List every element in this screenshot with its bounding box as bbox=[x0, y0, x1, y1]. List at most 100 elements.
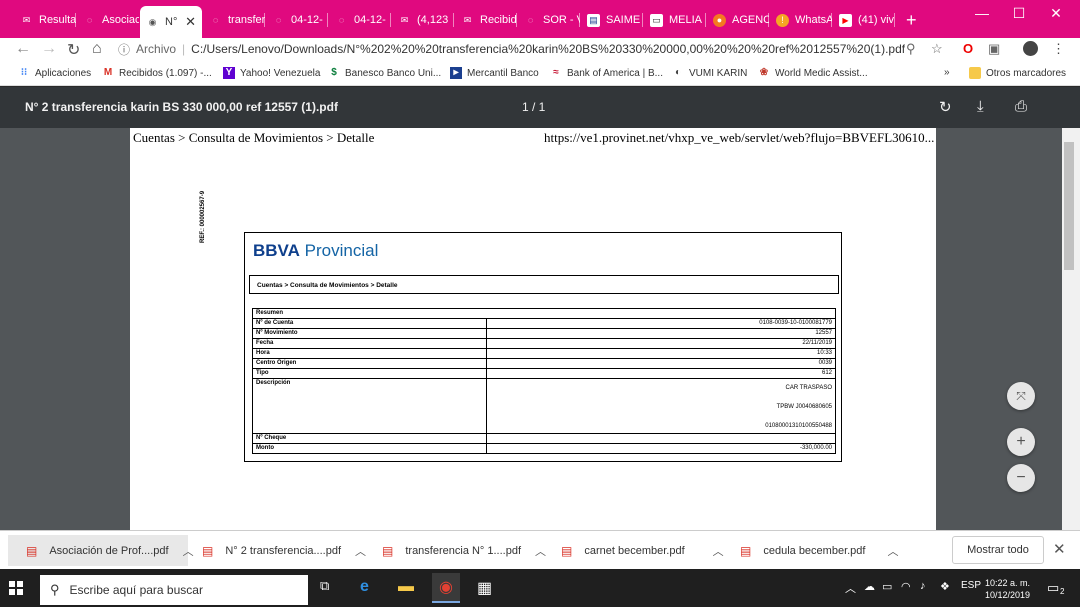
bookmarks-overflow-button[interactable]: » bbox=[944, 67, 950, 78]
edge-icon[interactable]: e bbox=[360, 578, 369, 596]
zoom-in-button[interactable]: + bbox=[1007, 428, 1035, 456]
table-row: Tipo 612 bbox=[252, 368, 836, 379]
table-row: Hora 10:33 bbox=[252, 348, 836, 359]
zoom-icon[interactable]: ⚲ bbox=[906, 41, 916, 57]
cloud-icon[interactable]: ☁ bbox=[864, 580, 875, 593]
menu-icon[interactable]: ⋮ bbox=[1052, 41, 1065, 57]
wifi-icon[interactable]: ◠ bbox=[901, 580, 911, 593]
pdf-toolbar: N° 2 transferencia karin BS 330 000,00 r… bbox=[0, 87, 1080, 128]
fit-to-page-button[interactable]: ⤧ bbox=[1007, 382, 1035, 410]
pdf-file-icon: ▤ bbox=[202, 543, 214, 558]
yahoo-icon: Y bbox=[223, 67, 235, 79]
zoom-out-button[interactable]: − bbox=[1007, 464, 1035, 492]
bookmark-apps[interactable]: ⁝⁝ Aplicaciones bbox=[18, 67, 91, 79]
extension-icon[interactable]: ▣ bbox=[988, 41, 1000, 57]
tab-active-pdf[interactable]: ◉ N° : ✕ bbox=[140, 6, 202, 38]
task-view-icon[interactable]: ⧉ bbox=[320, 578, 329, 594]
clock[interactable]: 10:22 a. m. 10/12/2019 bbox=[985, 577, 1030, 601]
tab-04-12-b[interactable]: ◌ 04-12- bbox=[329, 6, 391, 34]
globe-icon: ◌ bbox=[86, 15, 93, 25]
rotate-icon[interactable]: ↻ bbox=[939, 98, 952, 116]
mail-icon: ✉ bbox=[400, 14, 409, 25]
bookmark-banesco[interactable]: $ Banesco Banco Uni... bbox=[328, 67, 441, 79]
address-bar[interactable]: ⓘ Archivo | C:/Users/Lenovo/Downloads/N°… bbox=[118, 38, 958, 60]
description-line: 01080001310100550488 bbox=[765, 423, 832, 429]
url-text[interactable]: C:/Users/Lenovo/Downloads/N°%202%20%20tr… bbox=[191, 42, 905, 56]
avatar[interactable] bbox=[1023, 41, 1038, 56]
chevron-up-icon[interactable]: ︿ bbox=[713, 543, 724, 559]
tray-chevron-up-icon[interactable]: ︿ bbox=[845, 580, 856, 596]
download-icon[interactable]: ⤓ bbox=[977, 98, 984, 115]
battery-icon[interactable]: ▭ bbox=[882, 580, 892, 593]
back-arrow-icon[interactable]: ← bbox=[15, 40, 31, 58]
download-item[interactable]: ▤ transferencia N° 1....pdf ︿ bbox=[382, 535, 546, 566]
tab-saime[interactable]: ▤ SAIME bbox=[581, 6, 643, 34]
new-tab-button[interactable]: + bbox=[906, 10, 917, 31]
calculator-icon[interactable]: ▦ bbox=[477, 578, 492, 598]
close-window-button[interactable]: ✕ bbox=[1038, 2, 1074, 24]
apps-icon: ⁝⁝ bbox=[20, 67, 28, 78]
download-item[interactable]: ▤ Asociación de Prof....pdf ︿ bbox=[8, 535, 194, 566]
page-indicator: 1 / 1 bbox=[522, 100, 546, 114]
other-bookmarks-folder[interactable]: Otros marcadores bbox=[969, 67, 1066, 79]
bbva-provincial-logo: BBVA Provincial bbox=[253, 241, 379, 260]
notification-icon[interactable]: ▭ bbox=[1047, 580, 1059, 596]
minimize-button[interactable]: — bbox=[964, 2, 1000, 24]
tab-asociacion[interactable]: ◌ Asociac bbox=[77, 6, 139, 34]
notification-count: 2 bbox=[1060, 587, 1065, 596]
tab-inbox-count[interactable]: ✉ (4,123 bbox=[392, 6, 454, 34]
bookmark-bank-of-america[interactable]: ≈ Bank of America | B... bbox=[550, 67, 663, 79]
site-label: Archivo bbox=[136, 42, 177, 56]
scrollbar-thumb[interactable] bbox=[1064, 142, 1074, 270]
print-header-url: https://ve1.provinet.net/vhxp_ve_web/ser… bbox=[544, 130, 935, 145]
windows-start-icon[interactable] bbox=[9, 581, 23, 595]
tab-sor[interactable]: ◌ SOR - V bbox=[518, 6, 580, 34]
forward-arrow-icon[interactable]: → bbox=[41, 40, 57, 58]
language-indicator[interactable]: ESP bbox=[961, 580, 981, 591]
opera-extension-icon[interactable]: O bbox=[963, 41, 973, 56]
pdf-file-icon: ▤ bbox=[561, 543, 573, 558]
home-icon[interactable]: ⌂ bbox=[92, 40, 102, 58]
volume-icon[interactable]: ♪ bbox=[920, 580, 926, 592]
download-item[interactable]: ▤ cedula becember.pdf ︿ bbox=[740, 535, 898, 566]
bookmarks-bar: ⁝⁝ Aplicaciones M Recibidos (1.097) -... Y… bbox=[0, 62, 1080, 86]
tab-agencia[interactable]: ● AGENC bbox=[707, 6, 769, 34]
taskbar-search[interactable]: ⚲ Escribe aquí para buscar bbox=[40, 575, 308, 605]
print-icon[interactable]: ⎙ bbox=[1015, 98, 1027, 115]
close-tab-icon[interactable]: ✕ bbox=[185, 14, 202, 30]
tab-youtube[interactable]: ▶ (41) viv bbox=[833, 6, 895, 34]
tab-resultados[interactable]: ✉ Resulta bbox=[14, 6, 76, 34]
bookmark-yahoo[interactable]: Y Yahoo! Venezuela bbox=[223, 67, 320, 79]
dropbox-icon[interactable]: ❖ bbox=[940, 580, 950, 593]
chevron-up-icon[interactable]: ︿ bbox=[355, 543, 366, 559]
tab-recibidos[interactable]: ✉ Recibid bbox=[455, 6, 517, 34]
tab-melia[interactable]: ▭ MELIA bbox=[644, 6, 706, 34]
download-item[interactable]: ▤ N° 2 transferencia....pdf ︿ bbox=[202, 535, 366, 566]
bookmark-gmail[interactable]: M Recibidos (1.097) -... bbox=[102, 67, 212, 79]
downloads-bar: ▤ Asociación de Prof....pdf ︿ ▤ N° 2 transf… bbox=[0, 530, 1080, 569]
chevron-up-icon[interactable]: ︿ bbox=[183, 543, 194, 559]
show-all-downloads-button[interactable]: Mostrar todo bbox=[952, 536, 1044, 564]
tab-04-12-a[interactable]: ◌ 04-12- bbox=[266, 6, 328, 34]
chevron-up-icon[interactable]: ︿ bbox=[887, 543, 898, 559]
maximize-button[interactable]: ☐ bbox=[1001, 2, 1037, 24]
info-icon[interactable]: ⓘ bbox=[118, 41, 130, 58]
chrome-taskbar-icon[interactable]: ◉ bbox=[432, 573, 460, 603]
bookmark-world-medic[interactable]: ❀ World Medic Assist... bbox=[758, 67, 868, 79]
pdf-title: N° 2 transferencia karin BS 330 000,00 r… bbox=[25, 100, 338, 114]
chevron-up-icon[interactable]: ︿ bbox=[535, 543, 546, 559]
tab-whatsapp[interactable]: ! WhatsA bbox=[770, 6, 832, 34]
download-item[interactable]: ▤ carnet becember.pdf ︿ bbox=[561, 535, 724, 566]
melia-icon: ▭ bbox=[650, 13, 663, 27]
close-downloads-icon[interactable]: ✕ bbox=[1053, 540, 1066, 558]
pdf-viewer[interactable]: Cuentas > Consulta de Movimientos > Deta… bbox=[0, 128, 1062, 530]
bookmark-vumi[interactable]: ◐ VUMI KARIN bbox=[672, 67, 747, 79]
reload-icon[interactable]: ↻ bbox=[67, 40, 80, 60]
agency-icon: ● bbox=[713, 13, 726, 27]
bookmark-mercantil[interactable]: ▸ Mercantil Banco bbox=[450, 67, 539, 79]
tab-transfer[interactable]: ◌ transfer bbox=[203, 6, 265, 34]
bookmark-star-icon[interactable]: ☆ bbox=[931, 41, 943, 57]
file-explorer-icon[interactable]: ▬ bbox=[398, 578, 414, 596]
cheque-row: Nº Cheque bbox=[252, 433, 836, 444]
folder-icon bbox=[969, 67, 981, 79]
